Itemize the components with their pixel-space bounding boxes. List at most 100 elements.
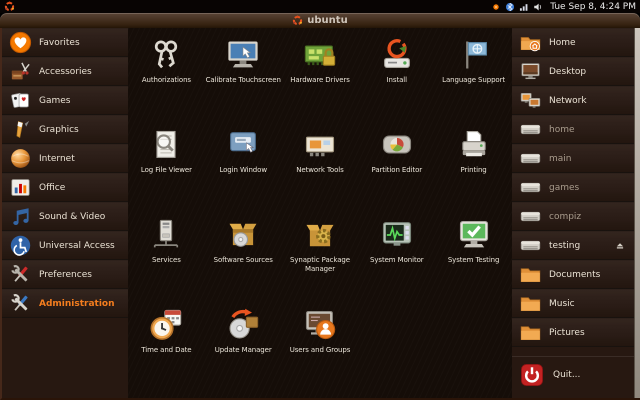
folder-icon xyxy=(519,292,542,315)
home-folder-icon xyxy=(519,31,542,54)
place-item-label: Music xyxy=(549,299,575,309)
app-label: Synaptic Package Manager xyxy=(282,256,359,275)
sidebar-item-label: Universal Access xyxy=(39,241,115,251)
app-log-file-viewer[interactable]: Log File Viewer xyxy=(128,120,205,210)
favorites-icon xyxy=(9,31,32,54)
sidebar-item-graphics[interactable]: Graphics xyxy=(2,115,128,144)
sidebar-item-favorites[interactable]: Favorites xyxy=(2,28,128,57)
place-item-label: Home xyxy=(549,38,576,48)
app-label: Authorizations xyxy=(142,76,191,85)
app-label: Partition Editor xyxy=(372,166,423,175)
app-printing[interactable]: Printing xyxy=(435,120,512,210)
sidebar-item-sound-video[interactable]: Sound & Video xyxy=(2,202,128,231)
app-label: Services xyxy=(152,256,181,265)
software-update-icon[interactable] xyxy=(491,2,501,12)
administration-icon xyxy=(9,292,32,315)
app-language-support[interactable]: Language Support xyxy=(435,30,512,120)
app-label: Calibrate Touchscreen xyxy=(206,76,281,85)
app-network-tools[interactable]: Network Tools xyxy=(282,120,359,210)
place-item-games[interactable]: games xyxy=(512,173,634,202)
sidebar-item-preferences[interactable]: Preferences xyxy=(2,260,128,289)
app-system-monitor[interactable]: System Monitor xyxy=(358,210,435,300)
ubuntu-menu-logo-icon[interactable] xyxy=(4,1,15,12)
screen: Tue Sep 8, 4:24 PM ubuntu FavoritesAcces… xyxy=(0,0,640,400)
drive-icon xyxy=(519,234,542,257)
categories-sidebar: Favorites Accessories Games Graphics Interne… xyxy=(2,28,128,398)
sidebar-item-label: Games xyxy=(39,96,70,106)
place-item-pictures[interactable]: Pictures xyxy=(512,318,634,347)
app-system-testing[interactable]: System Testing xyxy=(435,210,512,300)
sidebar-item-label: Accessories xyxy=(39,67,92,77)
synaptic-package-manager-icon xyxy=(302,217,338,253)
app-login-window[interactable]: Login Window xyxy=(205,120,282,210)
graphics-icon xyxy=(9,118,32,141)
app-label: Hardware Drivers xyxy=(290,76,350,85)
app-synaptic-package-manager[interactable]: Synaptic Package Manager xyxy=(282,210,359,300)
app-software-sources[interactable]: Software Sources xyxy=(205,210,282,300)
sidebar-item-accessories[interactable]: Accessories xyxy=(2,57,128,86)
language-support-icon xyxy=(456,37,492,73)
printing-icon xyxy=(456,127,492,163)
sound-video-icon xyxy=(9,205,32,228)
app-calibrate-touchscreen[interactable]: Calibrate Touchscreen xyxy=(205,30,282,120)
login-window-icon xyxy=(225,127,261,163)
place-item-music[interactable]: Music xyxy=(512,289,634,318)
network-places-icon xyxy=(519,89,542,112)
app-label: Install xyxy=(387,76,407,85)
app-partition-editor[interactable]: Partition Editor xyxy=(358,120,435,210)
place-item-label: home xyxy=(549,125,575,135)
app-users-and-groups[interactable]: Users and Groups xyxy=(282,300,359,390)
volume-icon[interactable] xyxy=(533,2,543,12)
place-item-desktop[interactable]: Desktop xyxy=(512,57,634,86)
place-item-label: Desktop xyxy=(549,67,586,77)
update-manager-icon xyxy=(225,307,261,343)
app-label: System Testing xyxy=(448,256,500,265)
quit-button[interactable]: Quit... xyxy=(512,356,634,393)
app-label: Software Sources xyxy=(214,256,273,265)
app-label: Log File Viewer xyxy=(141,166,192,175)
place-item-home[interactable]: Home xyxy=(512,28,634,57)
sidebar-item-label: Internet xyxy=(39,154,75,164)
system-monitor-icon xyxy=(379,217,415,253)
drive-icon xyxy=(519,147,542,170)
app-label: Update Manager xyxy=(215,346,272,355)
place-item-documents[interactable]: Documents xyxy=(512,260,634,289)
app-time-and-date[interactable]: Time and Date xyxy=(128,300,205,390)
hardware-drivers-icon xyxy=(302,37,338,73)
scrollbar[interactable] xyxy=(634,28,640,398)
place-item-main[interactable]: main xyxy=(512,144,634,173)
log-file-viewer-icon xyxy=(148,127,184,163)
internet-icon xyxy=(9,147,32,170)
bluetooth-icon[interactable] xyxy=(505,2,515,12)
network-signal-icon[interactable] xyxy=(519,2,529,12)
app-hardware-drivers[interactable]: Hardware Drivers xyxy=(282,30,359,120)
place-item-home[interactable]: home xyxy=(512,115,634,144)
system-tray: Tue Sep 8, 4:24 PM xyxy=(491,2,636,12)
place-item-network[interactable]: Network xyxy=(512,86,634,115)
app-label: Network Tools xyxy=(296,166,343,175)
place-item-label: compiz xyxy=(549,212,581,222)
sidebar-item-games[interactable]: Games xyxy=(2,86,128,115)
sidebar-item-universal-access[interactable]: Universal Access xyxy=(2,231,128,260)
desktop-icon xyxy=(519,60,542,83)
place-item-label: Documents xyxy=(549,270,600,280)
place-item-testing[interactable]: testing xyxy=(512,231,634,260)
office-icon xyxy=(9,176,32,199)
app-authorizations[interactable]: Authorizations xyxy=(128,30,205,120)
app-install[interactable]: Install xyxy=(358,30,435,120)
place-item-label: testing xyxy=(549,241,580,251)
sidebar-item-internet[interactable]: Internet xyxy=(2,144,128,173)
app-services[interactable]: Services xyxy=(128,210,205,300)
app-label: Language Support xyxy=(442,76,505,85)
app-update-manager[interactable]: Update Manager xyxy=(205,300,282,390)
universal-access-icon xyxy=(9,234,32,257)
sidebar-item-office[interactable]: Office xyxy=(2,173,128,202)
clock[interactable]: Tue Sep 8, 4:24 PM xyxy=(550,2,636,12)
sidebar-item-administration[interactable]: Administration xyxy=(2,289,128,318)
place-item-compiz[interactable]: compiz xyxy=(512,202,634,231)
sidebar-item-label: Favorites xyxy=(39,38,80,48)
users-and-groups-icon xyxy=(302,307,338,343)
app-label: Time and Date xyxy=(141,346,191,355)
preferences-icon xyxy=(9,263,32,286)
eject-icon[interactable] xyxy=(615,241,625,251)
